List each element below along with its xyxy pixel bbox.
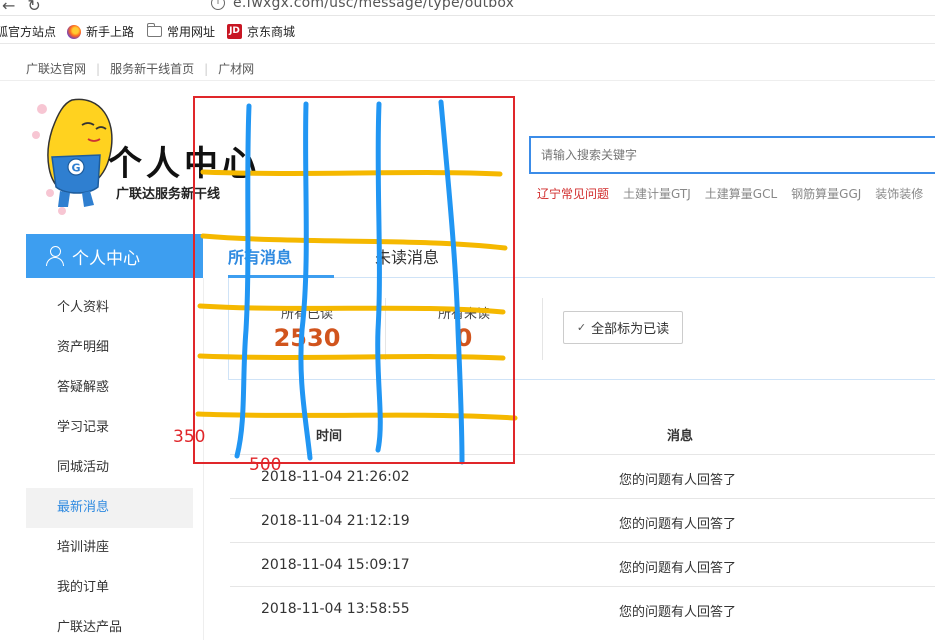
sidebar-item-training[interactable]: 培训讲座 xyxy=(26,528,203,568)
sidebar-item-assets[interactable]: 资产明细 xyxy=(26,328,203,368)
bookmark-label: 常用网址 xyxy=(167,25,216,39)
bookmark-label: 新手上路 xyxy=(86,25,135,39)
back-icon[interactable]: ← xyxy=(2,0,15,15)
jd-logo-icon: JD xyxy=(227,24,242,39)
row-message[interactable]: 您的问题有人回答了 xyxy=(619,601,736,620)
row-message[interactable]: 您的问题有人回答了 xyxy=(619,513,736,532)
row-message[interactable]: 您的问题有人回答了 xyxy=(619,557,736,576)
user-icon xyxy=(46,246,64,266)
sidebar-item-orders[interactable]: 我的订单 xyxy=(26,568,203,608)
bookmarks-bar: 狐官方站点 新手上路 常用网址 JD 京东商城 xyxy=(0,17,935,44)
page: ← ↻ i e.fwxgx.com/usc/message/type/outbox… xyxy=(0,0,935,640)
link-materials[interactable]: 广材网 xyxy=(218,62,254,76)
info-icon[interactable]: i xyxy=(211,0,225,10)
sidebar-header-label: 个人中心 xyxy=(72,248,140,269)
bookmark-label: 狐官方站点 xyxy=(0,25,57,39)
hot-word-link[interactable]: 装饰装修 xyxy=(875,187,923,201)
sidebar-item-profile[interactable]: 个人资料 xyxy=(26,288,203,328)
bookmark-common-sites[interactable]: 常用网址 xyxy=(146,23,216,40)
folder-icon xyxy=(146,23,162,37)
sidebar-menu: 个人资料 资产明细 答疑解惑 学习记录 同城活动 最新消息 培训讲座 我的订单 … xyxy=(26,288,203,640)
link-glodon-official[interactable]: 广联达官网 xyxy=(26,62,86,76)
sidebar-item-local-events[interactable]: 同城活动 xyxy=(26,448,203,488)
hot-word-link[interactable]: 辽宁常见问题 xyxy=(537,187,609,201)
annotation-label-350: 350 xyxy=(173,427,206,447)
mascot-letter: G xyxy=(72,162,81,175)
row-message[interactable]: 您的问题有人回答了 xyxy=(619,469,736,488)
column-header-message: 消息 xyxy=(667,429,694,444)
browser-address-bar: ← ↻ i e.fwxgx.com/usc/message/type/outbox xyxy=(0,0,935,16)
annotation-label-500: 500 xyxy=(249,455,282,475)
row-time: 2018-11-04 21:12:19 xyxy=(261,513,410,529)
row-time: 2018-11-04 21:26:02 xyxy=(261,469,410,485)
annotation-red-box xyxy=(193,96,515,464)
bookmark-label: 京东商城 xyxy=(247,25,296,39)
stat-divider xyxy=(542,298,543,360)
sidebar-item-qa[interactable]: 答疑解惑 xyxy=(26,368,203,408)
hot-word-link[interactable]: 钢筋算量GGJ xyxy=(791,187,861,201)
hot-words: 辽宁常见问题 土建计量GTJ 土建算量GCL 钢筋算量GGJ 装饰装修 xyxy=(537,185,935,202)
mark-all-read-button[interactable]: ✓ 全部标为已读 xyxy=(563,311,683,344)
reload-icon[interactable]: ↻ xyxy=(27,0,40,15)
search-input[interactable] xyxy=(529,136,935,174)
bookmark-getting-started[interactable]: 新手上路 xyxy=(67,23,134,40)
sidebar-item-products[interactable]: 广联达产品 xyxy=(26,608,203,640)
row-time: 2018-11-04 15:09:17 xyxy=(261,557,410,573)
row-time: 2018-11-04 13:58:55 xyxy=(261,601,410,617)
mark-all-read-label: 全部标为已读 xyxy=(591,322,670,337)
check-icon: ✓ xyxy=(576,321,587,334)
browser-nav: ← ↻ xyxy=(2,0,53,15)
table-row[interactable]: 2018-11-04 15:09:17 您的问题有人回答了 xyxy=(230,542,935,586)
mascot-logo-icon[interactable]: G xyxy=(30,95,120,220)
hot-word-link[interactable]: 土建计量GTJ xyxy=(623,187,691,201)
link-service-home[interactable]: 服务新干线首页 xyxy=(110,62,194,76)
hot-word-link[interactable]: 土建算量GCL xyxy=(705,187,777,201)
site-top-links: 广联达官网 | 服务新干线首页 | 广材网 xyxy=(26,62,255,76)
sidebar-item-latest-messages[interactable]: 最新消息 xyxy=(26,488,193,528)
table-row[interactable]: 2018-11-04 13:58:55 您的问题有人回答了 xyxy=(230,586,935,630)
table-row[interactable]: 2018-11-04 21:12:19 您的问题有人回答了 xyxy=(230,498,935,542)
url-text[interactable]: e.fwxgx.com/usc/message/type/outbox xyxy=(233,0,514,11)
top-divider xyxy=(0,80,935,81)
sidebar-header[interactable]: 个人中心 xyxy=(26,234,203,278)
bookmark-official-site[interactable]: 狐官方站点 xyxy=(0,23,56,40)
bookmark-jd[interactable]: JD 京东商城 xyxy=(227,23,295,40)
firefox-icon xyxy=(67,24,81,39)
